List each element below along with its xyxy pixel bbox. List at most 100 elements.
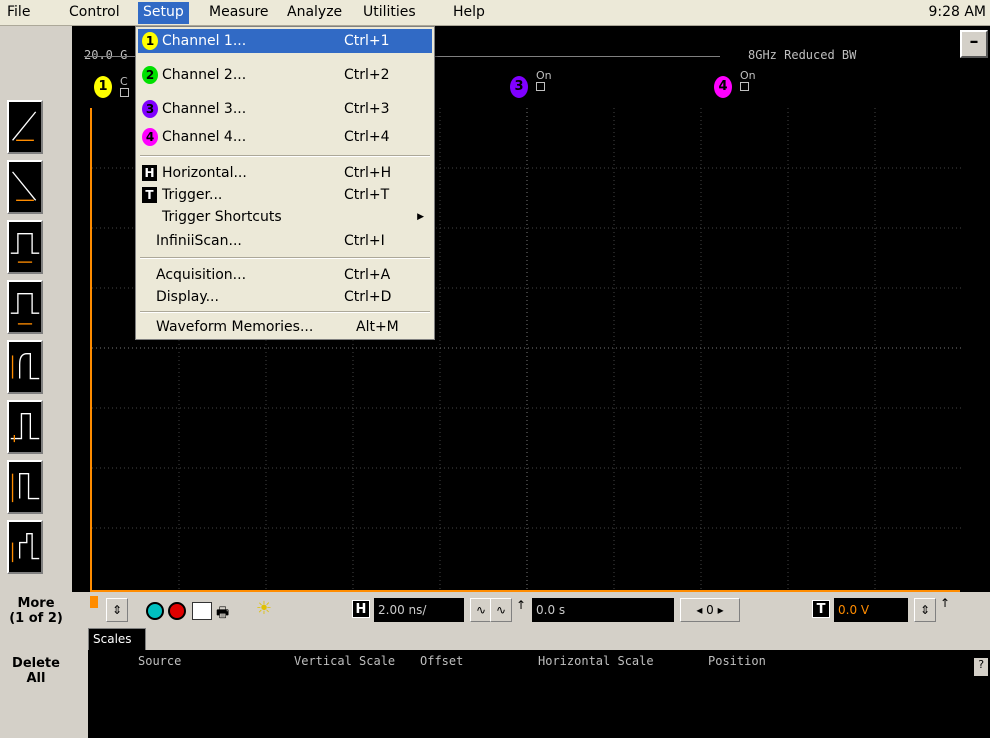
col-horizontal-scale: Horizontal Scale [538, 654, 654, 668]
menu-item-horizontal[interactable]: H Horizontal... Ctrl+H [138, 161, 432, 185]
menu-measure[interactable]: Measure [204, 4, 274, 24]
horizontal-icon[interactable]: H [352, 600, 370, 618]
left-toolbar: More (1 of 2) Delete All [0, 26, 72, 738]
menu-help[interactable]: Help [448, 4, 490, 24]
menu-label: Horizontal... [162, 165, 247, 181]
delete-all-label: All [26, 671, 46, 686]
right-arrow-icon[interactable]: ▸ [718, 603, 724, 617]
menu-label: Channel 4... [162, 129, 247, 145]
trigger-icon: T [142, 187, 157, 203]
menu-label: Channel 3... [162, 101, 247, 117]
scroll-spinner[interactable]: ⇕ [106, 598, 128, 622]
delay-nav-control[interactable]: ◂ 0 ▸ [680, 598, 740, 622]
channel-1-checkbox[interactable] [120, 88, 129, 97]
col-source: Source [138, 654, 182, 668]
pulse-width-trigger-button[interactable] [7, 220, 43, 274]
single-acquire-button[interactable] [146, 602, 164, 620]
delay-field[interactable]: 0.0 s [532, 598, 674, 622]
submenu-arrow-icon: ▶ [417, 212, 424, 222]
menu-shortcut: Ctrl+3 [344, 101, 390, 117]
delete-all-button[interactable]: Delete All [0, 656, 72, 686]
minimize-button[interactable]: – [960, 30, 988, 58]
transition-icon [11, 473, 40, 503]
menu-label: Trigger Shortcuts [162, 209, 282, 225]
menu-label: Trigger... [162, 187, 223, 203]
menu-setup[interactable]: Setup [138, 2, 189, 24]
delete-label: Delete [12, 656, 60, 671]
menu-item-display[interactable]: Display... Ctrl+D [138, 285, 432, 309]
zoom-out-button[interactable]: ∿ [470, 598, 492, 622]
menu-item-trigger[interactable]: T Trigger... Ctrl+T [138, 183, 432, 207]
menu-item-infiniiscan[interactable]: InfiniiScan... Ctrl+I [138, 229, 432, 253]
delay-reference: 0 [706, 603, 714, 617]
menu-control[interactable]: Control [64, 4, 125, 24]
edge-falling-icon [12, 171, 37, 201]
setup-menu: 1 Channel 1... Ctrl+1 2 Channel 2... Ctr… [135, 26, 435, 340]
trigger-level-spinner[interactable]: ⇕ [914, 598, 936, 622]
channel-1-badge[interactable]: 1 [94, 76, 112, 98]
menu-shortcut: Ctrl+1 [344, 33, 390, 49]
channel-4-toggle[interactable]: On [740, 70, 756, 91]
print-icon[interactable]: 🖶 [216, 602, 238, 621]
menu-item-acquisition[interactable]: Acquisition... Ctrl+A [138, 263, 432, 287]
menu-analyze[interactable]: Analyze [282, 4, 347, 24]
timeout-icon [11, 533, 40, 563]
more-label: More [17, 596, 55, 611]
menu-separator [140, 257, 430, 259]
stop-button[interactable] [168, 602, 186, 620]
bandwidth-label: 8GHz Reduced BW [748, 48, 857, 62]
menu-bar: File Control Setup Measure Analyze Utili… [0, 0, 990, 26]
glitch-icon [10, 293, 40, 325]
channel-4-checkbox[interactable] [740, 82, 749, 91]
menu-shortcut: Ctrl+2 [344, 67, 390, 83]
channel-3-checkbox[interactable] [536, 82, 545, 91]
edge-rising-icon [12, 111, 37, 141]
menu-shortcut: Alt+M [356, 319, 399, 335]
autoscale-icon[interactable]: ☀ [252, 598, 276, 622]
menu-item-waveform-memories[interactable]: Waveform Memories... Alt+M [138, 315, 432, 339]
channel-1-icon: 1 [142, 32, 158, 50]
left-arrow-icon[interactable]: ◂ [696, 603, 702, 617]
channel-3-toggle[interactable]: On [536, 70, 552, 91]
more-page: (1 of 2) [9, 611, 63, 626]
reference-marker-icon: ↑ [516, 598, 527, 612]
scales-panel: Source Vertical Scale Offset Horizontal … [88, 650, 990, 738]
edge-rising-trigger-button[interactable] [7, 100, 43, 154]
runt-trigger-button[interactable] [7, 340, 43, 394]
transition-trigger-button[interactable] [7, 460, 43, 514]
channel-3-icon: 3 [142, 100, 158, 118]
channel-1-state: C [120, 75, 128, 88]
help-button[interactable]: ? [974, 658, 988, 676]
channel-3-badge[interactable]: 3 [510, 76, 528, 98]
menu-item-channel-3[interactable]: 3 Channel 3... Ctrl+3 [138, 97, 432, 121]
col-offset: Offset [420, 654, 464, 668]
zoom-in-button[interactable]: ∿ [490, 598, 512, 622]
glitch-trigger-button[interactable] [7, 280, 43, 334]
col-position: Position [708, 654, 766, 668]
menu-item-channel-4[interactable]: 4 Channel 4... Ctrl+4 [138, 125, 432, 149]
trigger-level-field[interactable]: 0.0 V [834, 598, 908, 622]
setup-hold-trigger-button[interactable] [7, 400, 43, 454]
menu-item-trigger-shortcuts[interactable]: Trigger Shortcuts ▶ [138, 205, 432, 229]
timebase-field[interactable]: 2.00 ns/ [374, 598, 464, 622]
menu-label: InfiniiScan... [156, 233, 242, 249]
menu-item-channel-2[interactable]: 2 Channel 2... Ctrl+2 [138, 63, 432, 87]
timeout-trigger-button[interactable] [7, 520, 43, 574]
trigger-icon[interactable]: T [812, 600, 830, 618]
menu-utilities[interactable]: Utilities [358, 4, 421, 24]
menu-item-channel-1[interactable]: 1 Channel 1... Ctrl+1 [138, 29, 432, 53]
menu-file[interactable]: File [2, 4, 35, 24]
sample-rate: 20.0 G [84, 48, 128, 62]
channel-4-badge[interactable]: 4 [714, 76, 732, 98]
more-button[interactable]: More (1 of 2) [0, 596, 72, 626]
tab-scales[interactable]: Scales [88, 628, 146, 650]
clear-display-icon[interactable] [192, 602, 212, 620]
horizontal-icon: H [142, 165, 157, 181]
channel-2-icon: 2 [142, 66, 158, 84]
channel-1-toggle[interactable]: C [120, 76, 129, 97]
trigger-slope-icon: ↑ [940, 596, 951, 610]
col-vertical-scale: Vertical Scale [294, 654, 396, 668]
channel-4-icon: 4 [142, 128, 158, 146]
edge-falling-trigger-button[interactable] [7, 160, 43, 214]
pulse-width-icon [10, 233, 40, 263]
